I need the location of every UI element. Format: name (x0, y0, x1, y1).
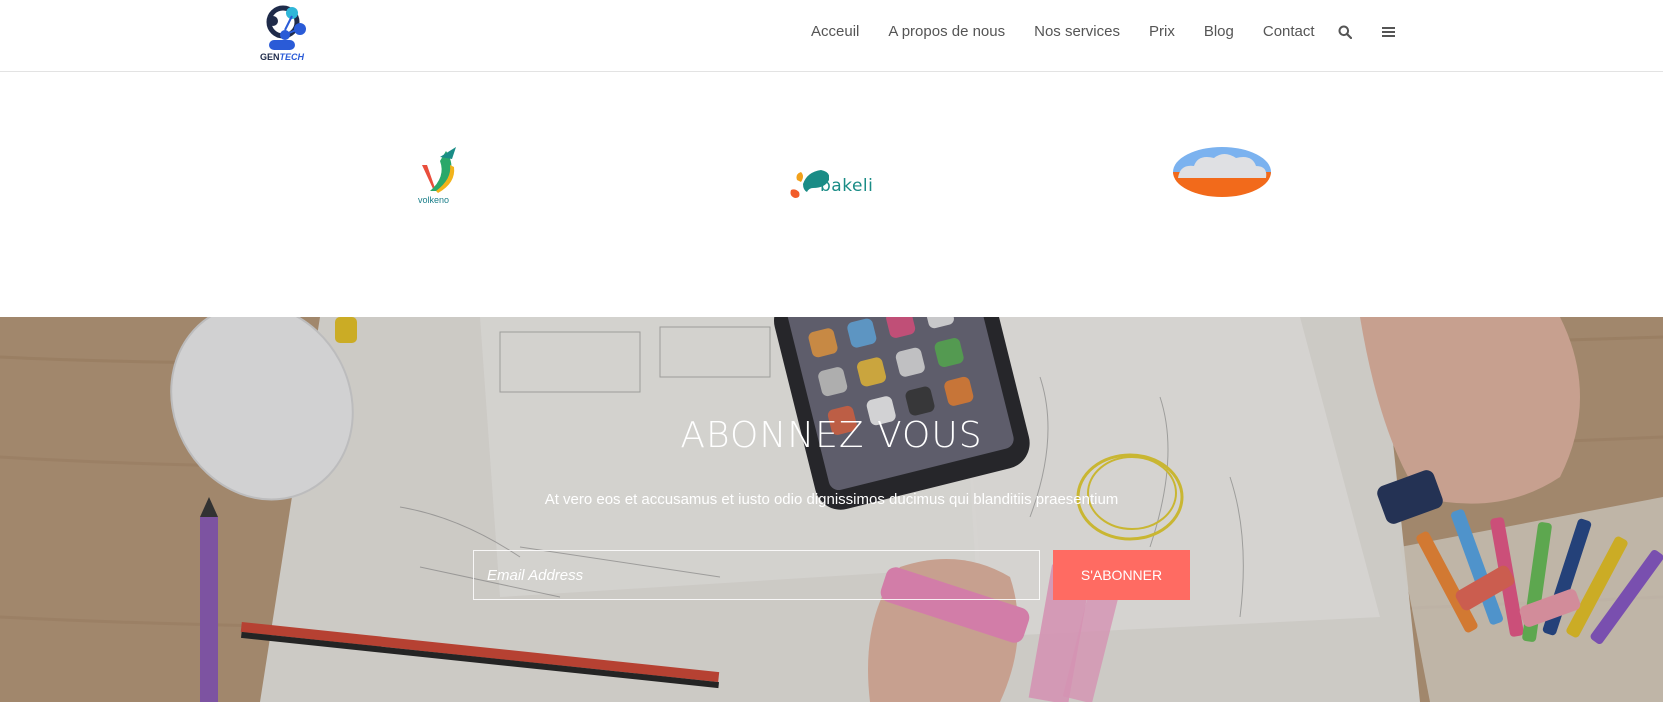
cloud-mark-icon (1173, 147, 1271, 197)
email-input[interactable] (473, 550, 1040, 600)
site-header: GENTECH Acceuil A propos de nous Nos ser… (0, 0, 1663, 72)
nav-item-contact[interactable]: Contact (1263, 21, 1315, 43)
gentech-logo-icon (266, 5, 306, 50)
subscribe-section: ABONNEZ VOUS At vero eos et accusamus et… (0, 317, 1663, 702)
bakeli-logo: bakeli (789, 166, 877, 204)
subscribe-button[interactable]: S'ABONNER (1053, 550, 1190, 600)
logo-text: GENTECH (260, 52, 305, 62)
nav-item-blog[interactable]: Blog (1204, 21, 1234, 43)
nav-item-prix[interactable]: Prix (1149, 21, 1175, 43)
subscribe-description: At vero eos et accusamus et iusto odio d… (544, 491, 1119, 508)
main-nav: Acceuil A propos de nous Nos services Pr… (811, 21, 1398, 43)
volkeno-caption: volkeno (418, 195, 450, 205)
clients-section: volkeno bakeli (0, 73, 1663, 317)
nav-item-a-propos[interactable]: A propos de nous (888, 21, 1005, 43)
site-logo[interactable]: GENTECH (259, 4, 315, 62)
nav-item-acceuil[interactable]: Acceuil (811, 21, 859, 43)
volkeno-mark-icon (422, 147, 456, 193)
subscribe-title: ABONNEZ VOUS (680, 415, 983, 456)
search-icon[interactable] (1336, 21, 1354, 43)
volkeno-logo: volkeno (416, 147, 468, 207)
cloud-logo (1172, 146, 1272, 198)
nav-item-nos-services[interactable]: Nos services (1034, 21, 1120, 43)
menu-icon[interactable] (1380, 21, 1398, 43)
bakeli-caption: bakeli (820, 176, 874, 196)
